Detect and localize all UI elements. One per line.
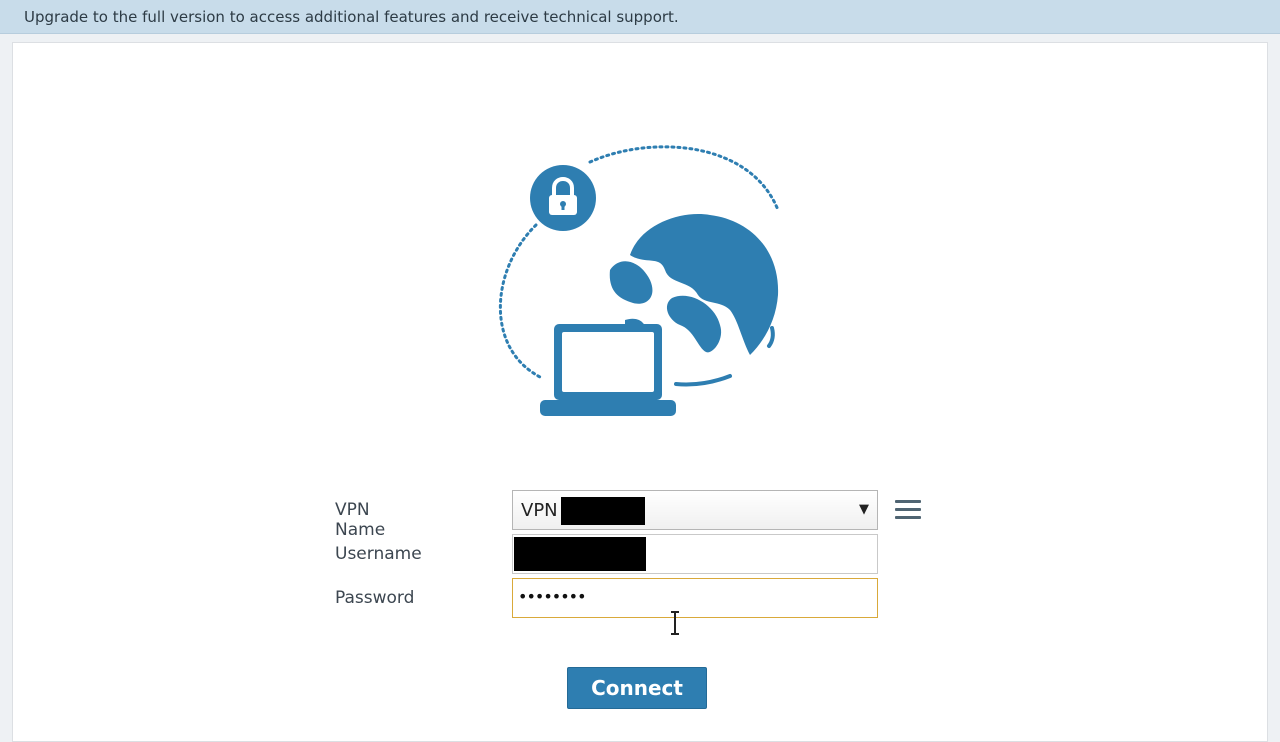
vpn-name-value: VPN [521,500,558,521]
password-input[interactable]: •••••••• [512,578,878,618]
text-cursor-icon [671,611,679,635]
username-label: Username [335,544,422,564]
vpn-illustration [499,145,780,416]
dropdown-caret-icon: ▼ [859,502,869,517]
laptop-icon [540,324,676,416]
lock-icon [530,165,596,231]
redacted-vpn-name [561,497,645,525]
password-label: Password [335,588,415,608]
redacted-username [514,537,646,571]
connect-button[interactable]: Connect [567,667,707,709]
hamburger-menu-icon[interactable] [895,500,921,520]
upgrade-banner-text: Upgrade to the full version to access ad… [24,8,679,26]
vpn-name-select[interactable]: VPN ▼ [512,490,878,530]
upgrade-banner: Upgrade to the full version to access ad… [0,0,1280,34]
password-value: •••••••• [518,587,586,606]
username-input[interactable] [512,534,878,574]
vpn-name-label: VPN Name [335,500,386,540]
